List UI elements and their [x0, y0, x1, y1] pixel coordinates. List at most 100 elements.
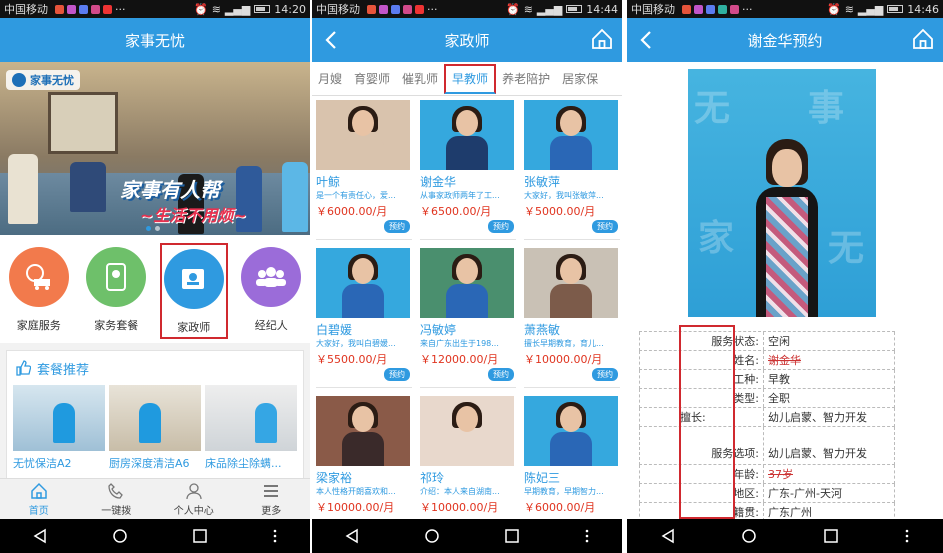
promo-banner[interactable]: 家事无忧 家事有人帮 ~生活不用烦~: [0, 62, 310, 235]
worker-card[interactable]: 白碧媛 大家好，我叫白碧媛... ￥5500.00/月 预约: [316, 248, 412, 388]
worker-price: ￥10000.00/月: [420, 501, 499, 514]
book-button[interactable]: 预约: [488, 220, 514, 233]
app-notification-icon: [682, 4, 691, 14]
tab-early-education[interactable]: 早教师: [444, 63, 497, 94]
back-arrow-icon[interactable]: [635, 28, 659, 52]
field-value: 谢金华: [768, 354, 801, 367]
worker-desc: 是一个有责任心，爱...: [316, 191, 396, 200]
system-nav-bar: [627, 519, 943, 553]
worker-photo: [524, 100, 618, 170]
back-triangle-icon[interactable]: [660, 528, 676, 544]
worker-card[interactable]: 叶鲸 是一个有责任心，爱... ￥6000.00/月 预约: [316, 100, 412, 240]
package-image: [205, 385, 297, 451]
category-housekeeper[interactable]: 家政师: [159, 243, 228, 339]
carousel-dots[interactable]: [146, 226, 160, 231]
worker-card[interactable]: 谢金华 从事家政师两年了工... ￥6500.00/月 预约: [420, 100, 516, 240]
banner-person: [8, 154, 38, 224]
field-value: 幼儿启蒙、智力开发: [768, 411, 867, 424]
home-icon[interactable]: [590, 27, 614, 51]
logo-text: 家事无忧: [30, 74, 74, 87]
worker-name: 冯敏婷: [420, 323, 457, 337]
worker-photo: [524, 396, 618, 466]
overflow-menu-icon[interactable]: [272, 528, 278, 544]
back-triangle-icon[interactable]: [32, 528, 48, 544]
recents-square-icon[interactable]: [192, 528, 208, 544]
home-circle-icon[interactable]: [424, 528, 440, 544]
id-card-icon: [163, 249, 224, 309]
info-row-type: 类型: 全职: [639, 389, 895, 408]
more-notifications-icon: ···: [115, 2, 126, 16]
home-circle-icon[interactable]: [741, 528, 757, 544]
status-bar: 中国移动 ··· ⏰ ≋ ▂▄▆ 14:44: [312, 0, 622, 18]
wifi-icon: ≋: [523, 2, 533, 16]
recents-square-icon[interactable]: [504, 528, 520, 544]
worker-name: 梁家裕: [316, 471, 353, 485]
worker-photo: [316, 248, 410, 318]
info-row-status: 服务状态: 空闲: [639, 332, 895, 351]
package-image: [109, 385, 201, 451]
home-circle-icon[interactable]: [112, 528, 128, 544]
worker-desc: 大家好，我叫张敏萍...: [524, 191, 604, 200]
worker-card[interactable]: 萧燕敏 擅长早期教育，育儿... ￥10000.00/月 预约: [524, 248, 620, 388]
worker-card[interactable]: 陈妃三 早期教育，早期智力... ￥6000.00/月: [524, 396, 620, 536]
worker-card[interactable]: 冯敏婷 来自广东出生于198... ￥12000.00/月 预约: [420, 248, 516, 388]
category-agent[interactable]: 经纪人: [237, 243, 305, 339]
tab-home-care[interactable]: 居家保: [556, 62, 604, 95]
field-value: 早教: [768, 373, 790, 386]
book-button[interactable]: 预约: [592, 368, 618, 381]
worker-grid: 叶鲸 是一个有责任心，爱... ￥6000.00/月 预约 谢金华 从事家政师两…: [312, 96, 622, 536]
package-name: 床品除尘除螨...: [205, 457, 282, 470]
battery-icon: [887, 5, 904, 13]
worker-price: ￥10000.00/月: [524, 353, 603, 366]
app-notification-icon: [718, 4, 727, 14]
banner-person: [282, 162, 308, 232]
category-label: 经纪人: [254, 319, 288, 332]
home-screen: 中国移动 ··· ⏰ ≋ ▂▄▆ 14:20 家事无忧 家事无忧 家事有人帮 ~…: [0, 0, 310, 553]
back-arrow-icon[interactable]: [320, 28, 344, 52]
tab-home[interactable]: 首页: [9, 482, 69, 517]
worker-card[interactable]: 梁家裕 本人性格开朗喜欢和... ￥10000.00/月: [316, 396, 412, 536]
overflow-menu-icon[interactable]: [904, 528, 910, 544]
info-row-service-options: 服务选项: 幼儿启蒙、智力开发: [639, 427, 895, 465]
package-item[interactable]: 无忧保洁A2: [13, 385, 105, 471]
clock: 14:20: [274, 2, 306, 16]
tab-elderly-care[interactable]: 养老陪护: [496, 62, 556, 95]
book-button[interactable]: 预约: [384, 368, 410, 381]
category-housework-package[interactable]: 家务套餐: [82, 243, 150, 339]
worker-card[interactable]: 张敏萍 大家好，我叫张敏萍... ￥5000.00/月 预约: [524, 100, 620, 240]
tab-one-click-call[interactable]: 一键拨: [86, 482, 146, 517]
carousel-dot[interactable]: [146, 226, 151, 231]
page-title: 家事无忧: [124, 31, 185, 50]
home-icon[interactable]: [911, 27, 935, 51]
worker-name: 谢金华: [420, 175, 457, 189]
phone-icon: [108, 482, 124, 499]
category-home-service[interactable]: 家庭服务: [5, 243, 73, 339]
field-value: 空闲: [768, 335, 790, 348]
book-button[interactable]: 预约: [384, 220, 410, 233]
recents-square-icon[interactable]: [823, 528, 839, 544]
book-button[interactable]: 预约: [488, 368, 514, 381]
top-navbar: 家政师: [312, 18, 622, 62]
carousel-dot[interactable]: [155, 226, 160, 231]
tab-maternity-nurse[interactable]: 月嫂: [312, 62, 348, 95]
back-triangle-icon[interactable]: [344, 528, 360, 544]
category-label: 家庭服务: [16, 319, 61, 332]
package-item[interactable]: 床品除尘除螨...: [205, 385, 297, 471]
system-nav-bar: [312, 519, 622, 553]
worker-price: ￥6000.00/月: [316, 205, 388, 218]
worker-price: ￥10000.00/月: [316, 501, 395, 514]
tab-profile[interactable]: 个人中心: [164, 482, 224, 517]
app-notification-icon: [379, 4, 388, 14]
overflow-menu-icon[interactable]: [584, 528, 590, 544]
package-list: 无忧保洁A2 厨房深度清洁A6 床品除尘除螨...: [7, 385, 303, 471]
tab-lactation[interactable]: 催乳师: [396, 62, 444, 95]
worker-card[interactable]: 祁玲 介绍：本人来自湖南... ￥10000.00/月: [420, 396, 516, 536]
worker-photo: [524, 248, 618, 318]
tab-more[interactable]: 更多: [241, 482, 301, 517]
book-button[interactable]: 预约: [592, 220, 618, 233]
package-item[interactable]: 厨房深度清洁A6: [109, 385, 201, 471]
app-notification-icon: [67, 4, 76, 14]
tab-nanny[interactable]: 育婴师: [348, 62, 396, 95]
worker-photo: [316, 100, 410, 170]
worker-desc: 来自广东出生于198...: [420, 339, 499, 348]
